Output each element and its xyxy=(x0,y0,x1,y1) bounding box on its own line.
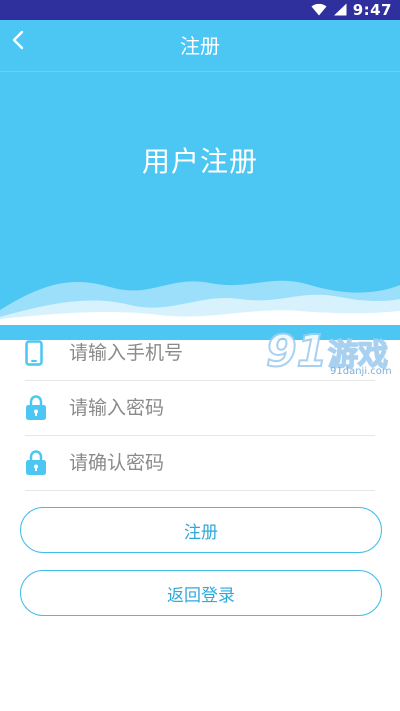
nav-title: 注册 xyxy=(180,34,220,58)
back-to-login-button[interactable]: 返回登录 xyxy=(20,570,382,616)
status-bar: 9:47 xyxy=(0,0,400,20)
confirm-password-input[interactable] xyxy=(67,451,351,475)
signal-icon xyxy=(333,1,347,20)
phone-row xyxy=(25,326,375,381)
password-row xyxy=(25,381,375,436)
lock-icon xyxy=(25,393,55,423)
password-input[interactable] xyxy=(67,396,351,420)
phone-icon xyxy=(25,338,55,368)
register-button[interactable]: 注册 xyxy=(20,507,382,553)
hero-title: 用户注册 xyxy=(141,145,258,178)
wifi-icon xyxy=(311,1,327,20)
status-icons: 9:47 xyxy=(311,0,392,20)
phone-input[interactable] xyxy=(67,341,351,365)
header-waves xyxy=(0,280,400,325)
header-divider xyxy=(0,71,400,72)
confirm-password-row xyxy=(25,436,375,491)
status-time: 9:47 xyxy=(352,1,392,19)
register-form xyxy=(25,326,375,491)
lock-icon xyxy=(25,448,55,478)
